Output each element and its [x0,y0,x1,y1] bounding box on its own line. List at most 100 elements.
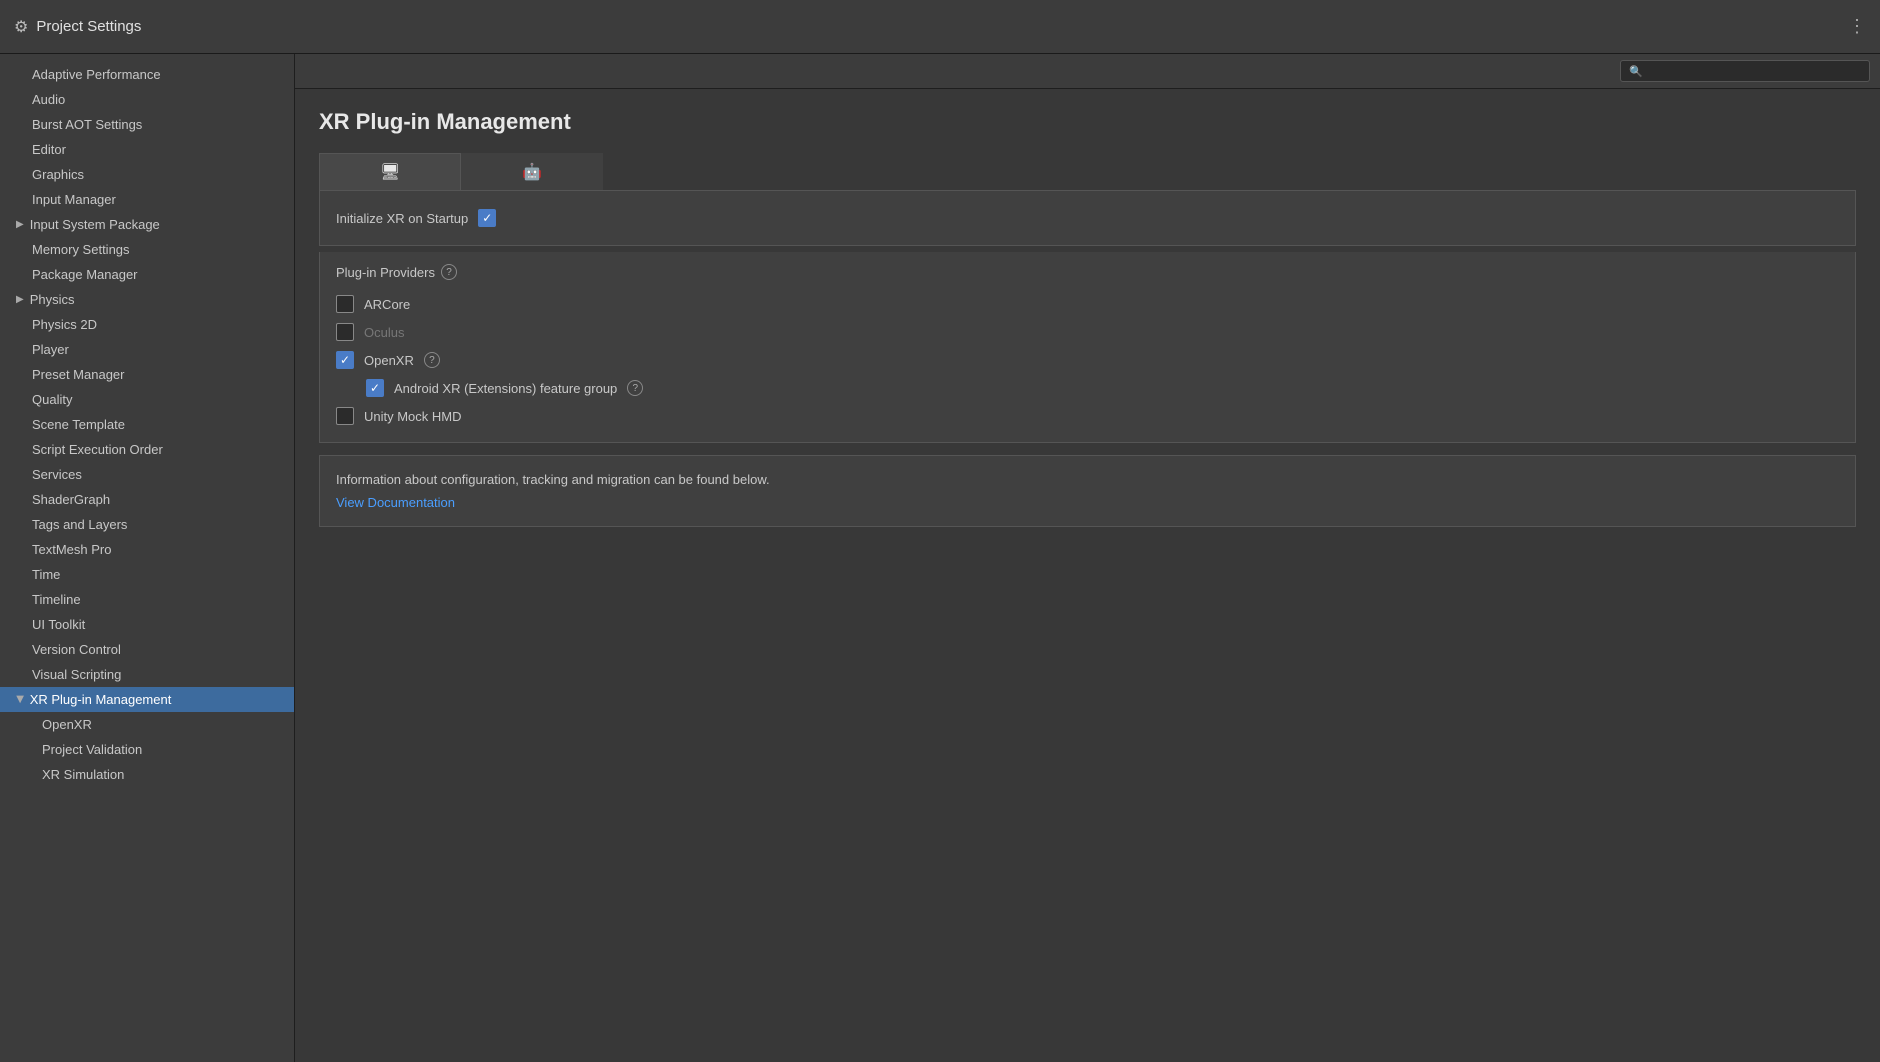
sidebar-item-time[interactable]: Time [0,562,294,587]
sidebar-item-memory-settings[interactable]: Memory Settings [0,237,294,262]
sidebar-label-burst-aot-settings: Burst AOT Settings [32,117,142,132]
search-input[interactable] [1648,64,1861,78]
sidebar-item-shadergraph[interactable]: ShaderGraph [0,487,294,512]
provider-checkbox-arcore[interactable] [336,295,354,313]
page-title: XR Plug-in Management [319,109,1856,135]
provider-item-oculus: Oculus [336,318,1839,346]
provider-checkbox-openxr[interactable]: ✓ [336,351,354,369]
sidebar-label-preset-manager: Preset Manager [32,367,125,382]
sidebar-item-burst-aot-settings[interactable]: Burst AOT Settings [0,112,294,137]
search-icon: 🔍 [1629,65,1643,78]
sidebar-label-scene-template: Scene Template [32,417,125,432]
provider-label-openxr: OpenXR [364,353,414,368]
desktop-tab-icon: 🖥 [380,162,400,182]
sidebar-label-xr-plugin-management: XR Plug-in Management [30,692,172,707]
sidebar-label-xr-simulation: XR Simulation [42,767,124,782]
sidebar-item-openxr[interactable]: OpenXR [0,712,294,737]
sidebar-label-timeline: Timeline [32,592,81,607]
provider-item-android-xr-extensions: ✓ Android XR (Extensions) feature group? [336,374,1839,402]
sidebar-item-package-manager[interactable]: Package Manager [0,262,294,287]
sidebar-label-audio: Audio [32,92,65,107]
provider-help-icon-openxr[interactable]: ? [424,352,440,368]
sidebar-item-textmesh-pro[interactable]: TextMesh Pro [0,537,294,562]
main-container: Adaptive Performance Audio Burst AOT Setti… [0,54,1880,1062]
sidebar-item-tags-and-layers[interactable]: Tags and Layers [0,512,294,537]
sidebar-item-adaptive-performance[interactable]: Adaptive Performance [0,62,294,87]
provider-label-oculus: Oculus [364,325,404,340]
window-title: Project Settings [36,18,141,35]
sidebar-item-editor[interactable]: Editor [0,137,294,162]
check-icon: ✓ [482,212,492,224]
android-tab-icon: 🤖 [522,162,542,182]
sidebar: Adaptive Performance Audio Burst AOT Setti… [0,54,295,1062]
sidebar-label-input-system-package: Input System Package [30,217,160,232]
sidebar-label-graphics: Graphics [32,167,84,182]
provider-help-icon-android-xr-extensions[interactable]: ? [627,380,643,396]
sidebar-label-physics: Physics [30,292,75,307]
plugin-providers-header: Plug-in Providers ? [336,264,1839,280]
provider-item-unity-mock-hmd: Unity Mock HMD [336,402,1839,430]
sidebar-item-player[interactable]: Player [0,337,294,362]
sidebar-label-quality: Quality [32,392,72,407]
sidebar-label-version-control: Version Control [32,642,121,657]
content-area: 🔍 XR Plug-in Management 🖥🤖 Initialize XR… [295,54,1880,1062]
tab-desktop[interactable]: 🖥 [319,153,461,190]
sidebar-label-textmesh-pro: TextMesh Pro [32,542,111,557]
sidebar-arrow-xr-plugin-management: ▶ [14,696,25,704]
sidebar-item-input-system-package[interactable]: ▶ Input System Package [0,212,294,237]
provider-item-openxr: ✓ OpenXR? [336,346,1839,374]
provider-item-arcore: ARCore [336,290,1839,318]
sidebar-label-shadergraph: ShaderGraph [32,492,110,507]
tab-bar: 🖥🤖 [319,153,1856,191]
sidebar-item-script-execution-order[interactable]: Script Execution Order [0,437,294,462]
window-menu-button[interactable]: ⋮ [1848,16,1866,37]
gear-icon: ⚙ [14,17,28,37]
sidebar-item-input-manager[interactable]: Input Manager [0,187,294,212]
sidebar-label-package-manager: Package Manager [32,267,138,282]
sidebar-item-xr-simulation[interactable]: XR Simulation [0,762,294,787]
sidebar-item-preset-manager[interactable]: Preset Manager [0,362,294,387]
sidebar-label-services: Services [32,467,82,482]
view-documentation-link[interactable]: View Documentation [336,495,455,510]
provider-label-android-xr-extensions: Android XR (Extensions) feature group [394,381,617,396]
sidebar-item-xr-plugin-management[interactable]: ▶ XR Plug-in Management [0,687,294,712]
sidebar-item-physics[interactable]: ▶Physics [0,287,294,312]
sidebar-arrow-input-system-package: ▶ [16,219,24,230]
initialize-xr-panel: Initialize XR on Startup ✓ [319,191,1856,246]
sidebar-item-audio[interactable]: Audio [0,87,294,112]
plugin-providers-help-icon[interactable]: ? [441,264,457,280]
title-bar: ⚙ Project Settings ⋮ [0,0,1880,54]
search-input-wrap[interactable]: 🔍 [1620,60,1870,82]
providers-list: ARCore Oculus ✓ OpenXR? ✓ Android XR (Extensi… [336,290,1839,430]
sidebar-item-project-validation[interactable]: Project Validation [0,737,294,762]
sidebar-label-ui-toolkit: UI Toolkit [32,617,85,632]
provider-checkbox-android-xr-extensions[interactable]: ✓ [366,379,384,397]
sidebar-label-editor: Editor [32,142,66,157]
info-text: Information about configuration, trackin… [336,472,1839,487]
provider-checkbox-unity-mock-hmd[interactable] [336,407,354,425]
sidebar-label-time: Time [32,567,60,582]
sidebar-item-graphics[interactable]: Graphics [0,162,294,187]
sidebar-item-timeline[interactable]: Timeline [0,587,294,612]
sidebar-label-physics-2d: Physics 2D [32,317,97,332]
sidebar-item-visual-scripting[interactable]: Visual Scripting [0,662,294,687]
sidebar-item-physics-2d[interactable]: Physics 2D [0,312,294,337]
sidebar-item-scene-template[interactable]: Scene Template [0,412,294,437]
sidebar-item-services[interactable]: Services [0,462,294,487]
sidebar-label-visual-scripting: Visual Scripting [32,667,121,682]
info-section: Information about configuration, trackin… [319,455,1856,527]
search-bar: 🔍 [295,54,1880,89]
tab-android[interactable]: 🤖 [461,153,603,190]
check-icon: ✓ [340,354,350,366]
initialize-xr-label: Initialize XR on Startup [336,211,468,226]
provider-label-arcore: ARCore [364,297,410,312]
sidebar-item-version-control[interactable]: Version Control [0,637,294,662]
plugin-providers-panel: Plug-in Providers ? ARCore Oculus ✓ OpenXR?… [319,252,1856,443]
initialize-xr-checkbox[interactable]: ✓ [478,209,496,227]
sidebar-item-ui-toolkit[interactable]: UI Toolkit [0,612,294,637]
check-icon: ✓ [370,382,380,394]
sidebar-label-tags-and-layers: Tags and Layers [32,517,127,532]
sidebar-item-quality[interactable]: Quality [0,387,294,412]
plugin-providers-label: Plug-in Providers [336,265,435,280]
sidebar-label-openxr: OpenXR [42,717,92,732]
